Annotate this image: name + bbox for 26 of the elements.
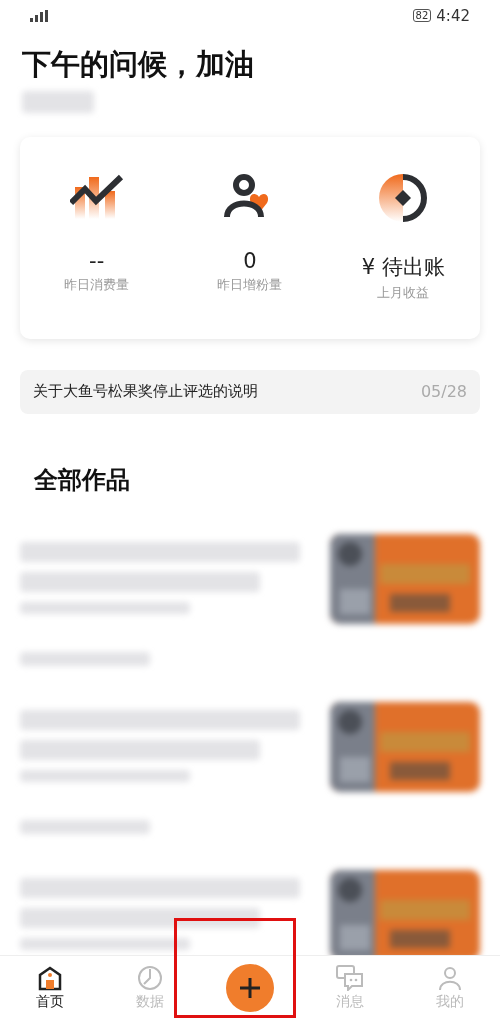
- notice-date: 05/28: [420, 382, 467, 402]
- clock-icon: [137, 965, 163, 991]
- chat-icon: [336, 965, 364, 991]
- home-icon: [37, 965, 63, 991]
- signal-icon: [30, 9, 48, 22]
- notice-bar[interactable]: 关于大鱼号松果奖停止评选的说明 05/28: [20, 369, 480, 415]
- battery-level: 82: [412, 9, 432, 23]
- stat-value: ¥ 待出账: [361, 254, 445, 282]
- notice-text: 关于大鱼号松果奖停止评选的说明: [33, 382, 258, 402]
- chart-icon: [69, 173, 124, 220]
- plus-icon: [238, 976, 262, 1000]
- nav-tab[interactable]: 首页: [0, 956, 100, 1020]
- nav-tab[interactable]: 我的: [400, 956, 500, 1020]
- nav-tab[interactable]: 消息: [300, 956, 400, 1020]
- add-button[interactable]: [226, 964, 274, 1012]
- stat-value: 0: [243, 249, 257, 274]
- stat-label: 昨日消费量: [64, 277, 130, 295]
- stat-label: 昨日增粉量: [217, 277, 283, 295]
- greeting-title: 下午的问候，加油: [21, 46, 255, 84]
- person-icon: [437, 965, 463, 991]
- stat-value: --: [89, 249, 105, 274]
- section-title: 全部作品: [33, 465, 131, 497]
- stat-label: 上月收益: [377, 285, 430, 303]
- blurred-name: [22, 91, 94, 114]
- nav-tab[interactable]: 数据: [100, 956, 200, 1020]
- clock-time: 4:42: [436, 6, 470, 25]
